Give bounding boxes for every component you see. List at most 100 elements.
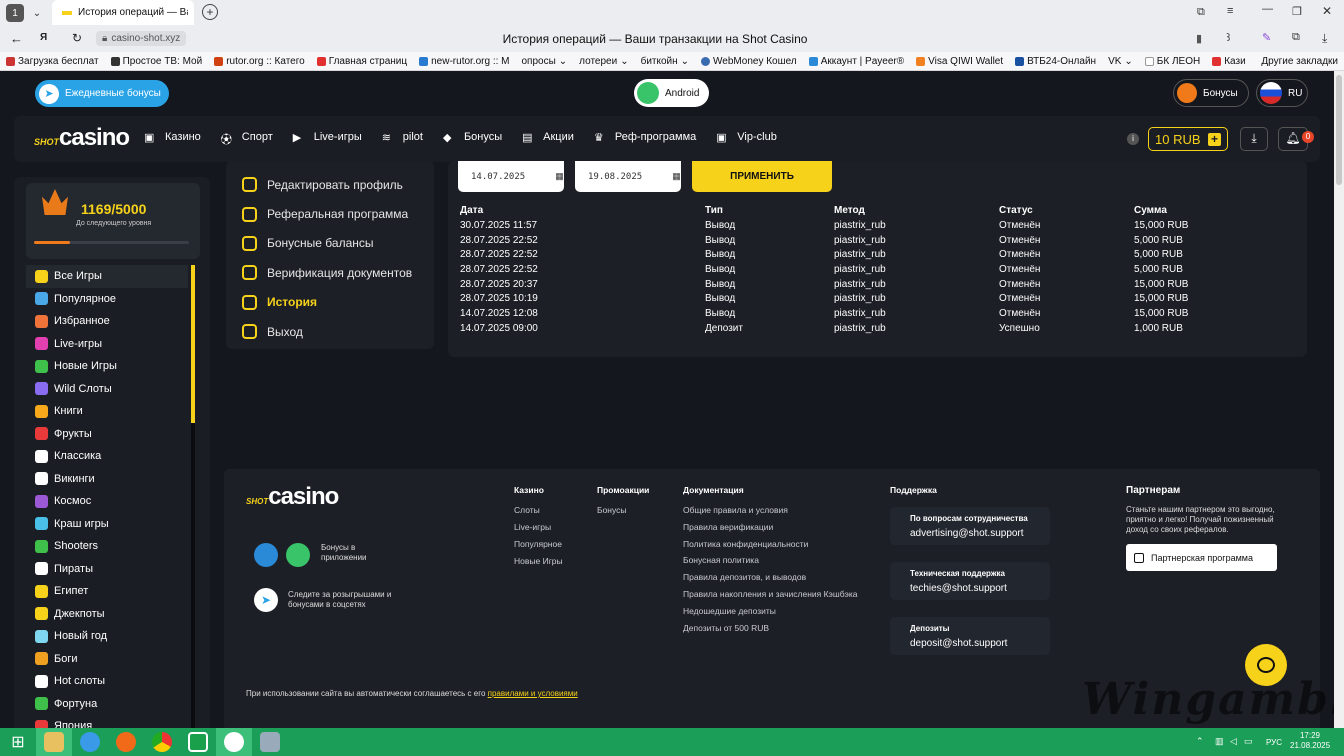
profile-menu-item[interactable]: История — [242, 288, 432, 317]
footer-link[interactable]: Бонусная политика — [683, 555, 857, 572]
sidebar-item[interactable]: Классика — [26, 445, 188, 468]
clock[interactable]: 17:29 21.08.2025 — [1290, 731, 1330, 751]
yandex-icon[interactable]: Я — [40, 32, 47, 43]
apply-button[interactable]: ПРИМЕНИТЬ — [692, 161, 832, 192]
tray-chevron-icon[interactable]: ⌃ — [1196, 736, 1204, 747]
bookmark-item[interactable]: Кази — [1206, 56, 1251, 67]
daily-bonus-button[interactable]: ➤ Ежедневные бонусы — [35, 80, 169, 107]
support-contact-card[interactable]: Депозиты deposit@shot.support — [890, 617, 1050, 655]
footer-link[interactable]: Бонусы — [597, 505, 627, 522]
site-logo[interactable]: SHOT casino — [34, 124, 130, 152]
calendar-icon[interactable]: ▦ — [672, 171, 681, 182]
footer-link[interactable]: Live-игры — [514, 522, 563, 539]
bonuses-button[interactable]: Бонусы — [1173, 79, 1249, 107]
sidebar-item[interactable]: Shooters — [26, 535, 188, 558]
profile-menu-item[interactable]: Выход — [242, 317, 432, 346]
volume-icon[interactable]: ◁ — [1230, 736, 1237, 747]
collections-icon[interactable]: ⧉ — [1197, 6, 1205, 19]
footer-link[interactable]: Политика конфиденциальности — [683, 539, 857, 556]
date-from-field[interactable]: 14.07.2025 ▦ — [458, 161, 564, 192]
nav-bonuses[interactable]: ◆ Бонусы — [443, 131, 502, 144]
footer-link[interactable]: Правила накопления и зачисления Кэшбэка — [683, 589, 857, 606]
pen-icon[interactable]: ✎ — [1262, 31, 1271, 44]
android-icon[interactable] — [286, 543, 310, 567]
support-contact-card[interactable]: По вопросам сотрудничества advertising@sh… — [890, 507, 1050, 545]
sidebar-item[interactable]: Египет — [26, 580, 188, 603]
footer-logo[interactable]: SHOT casino — [246, 483, 339, 511]
sidebar-item[interactable]: Новый год — [26, 625, 188, 648]
language-selector[interactable]: RU — [1256, 79, 1308, 107]
sidebar-item[interactable]: Hot слоты — [26, 670, 188, 693]
profile-menu-item[interactable]: Реферальная программа — [242, 199, 432, 228]
profile-menu-item[interactable]: Бонусные балансы — [242, 229, 432, 258]
date-to-field[interactable]: 19.08.2025 ▦ — [575, 161, 681, 192]
bookmark-item[interactable]: Visa QIWI Wallet — [910, 56, 1009, 67]
taskbar-explorer[interactable] — [36, 728, 72, 756]
active-tab[interactable]: История операций — Ваши транзакции на Sh… — [52, 0, 194, 25]
footer-link[interactable]: Правила депозитов, и выводов — [683, 572, 857, 589]
taskbar-store[interactable] — [180, 728, 216, 756]
download-icon[interactable]: ⤓ — [1322, 31, 1327, 46]
sidebar-scrollbar-thumb[interactable] — [191, 265, 195, 423]
sidebar-item[interactable]: Викинги — [26, 468, 188, 491]
sidebar-item[interactable]: Книги — [26, 400, 188, 423]
sidebar-item[interactable]: Новые Игры — [26, 355, 188, 378]
bookmark-item[interactable]: WebMoney Кошел — [695, 56, 803, 67]
sidebar-item[interactable]: Live-игры — [26, 333, 188, 356]
bookmark-folder[interactable]: биткойн ⌄ — [635, 56, 695, 67]
bookmark-item[interactable]: new-rutor.org :: M — [413, 56, 515, 67]
reader-icon[interactable]: Ꜣ — [1226, 31, 1230, 44]
telegram-icon[interactable]: ➤ — [254, 588, 278, 612]
bookmark-item[interactable]: Аккаунт | Payeer® — [803, 56, 910, 67]
footer-link[interactable]: Общие правила и условия — [683, 505, 857, 522]
sidebar-item[interactable]: Избранное — [26, 310, 188, 333]
restore-icon[interactable]: ❐ — [1292, 5, 1302, 18]
tab-list-chevron-icon[interactable]: ⌄ — [28, 4, 46, 22]
android-button[interactable]: Android — [634, 79, 709, 107]
info-icon[interactable]: i — [1127, 133, 1139, 145]
footer-link[interactable]: Слоты — [514, 505, 563, 522]
nav-referral[interactable]: ♛ Реф-программа — [594, 131, 696, 144]
sidebar-item[interactable]: Джекпоты — [26, 603, 188, 626]
bookmark-item[interactable]: Главная страниц — [311, 56, 413, 67]
start-button[interactable]: ⊞ — [0, 728, 36, 756]
network-icon[interactable]: ▥ — [1215, 736, 1224, 747]
sidebar-item[interactable]: Космос — [26, 490, 188, 513]
calendar-icon[interactable]: ▦ — [555, 171, 564, 182]
sidebar-item[interactable]: Япония — [26, 715, 188, 728]
balance-button[interactable]: 10 RUB + — [1148, 127, 1228, 151]
bookmark-folder[interactable]: VK ⌄ — [1102, 56, 1139, 67]
close-window-icon[interactable]: ✕ — [1322, 4, 1332, 18]
nav-sport[interactable]: ⚽︎ Спорт — [221, 131, 273, 146]
back-icon[interactable]: ← — [10, 31, 23, 46]
bookmark-item[interactable]: rutor.org :: Катего — [208, 56, 311, 67]
taskbar-chrome[interactable] — [144, 728, 180, 756]
profile-menu-item[interactable]: Редактировать профиль — [242, 170, 432, 199]
profile-menu-item[interactable]: Верификация документов — [242, 258, 432, 287]
support-email[interactable]: techies@shot.support — [910, 583, 1007, 594]
partner-program-button[interactable]: Партнерская программа — [1126, 544, 1277, 571]
footer-link[interactable]: Новые Игры — [514, 556, 563, 573]
minimize-icon[interactable]: — — [1262, 3, 1273, 15]
menu-icon[interactable]: ≡ — [1227, 5, 1233, 17]
support-email[interactable]: advertising@shot.support — [910, 528, 1024, 539]
sidebar-item[interactable]: Пираты — [26, 558, 188, 581]
sidebar-item[interactable]: Популярное — [26, 288, 188, 311]
taskbar-yandex[interactable] — [216, 728, 252, 756]
footer-link[interactable]: Популярное — [514, 539, 563, 556]
support-contact-card[interactable]: Техническая поддержка techies@shot.suppor… — [890, 562, 1050, 600]
taskbar-ie[interactable] — [72, 728, 108, 756]
sidebar-item[interactable]: Боги — [26, 648, 188, 671]
footer-link[interactable]: Депозиты от 500 RUB — [683, 623, 857, 640]
nav-live-games[interactable]: ▶ Live-игры — [293, 131, 362, 144]
footer-link[interactable]: Недошедшие депозиты — [683, 606, 857, 623]
bookmark-icon[interactable]: ▮ — [1196, 32, 1202, 45]
bookmark-folder[interactable]: опросы ⌄ — [515, 56, 573, 67]
battery-icon[interactable]: ▭ — [1244, 736, 1253, 747]
terms-link[interactable]: правилами и условиями — [488, 689, 578, 698]
sidebar-item[interactable]: Краш игры — [26, 513, 188, 536]
download-app-button[interactable]: ⤓ — [1240, 127, 1268, 151]
nav-vip-club[interactable]: ▣ Vip-club — [716, 131, 777, 144]
extensions-icon[interactable]: ⧉ — [1292, 31, 1300, 44]
windows-icon[interactable] — [254, 543, 278, 567]
